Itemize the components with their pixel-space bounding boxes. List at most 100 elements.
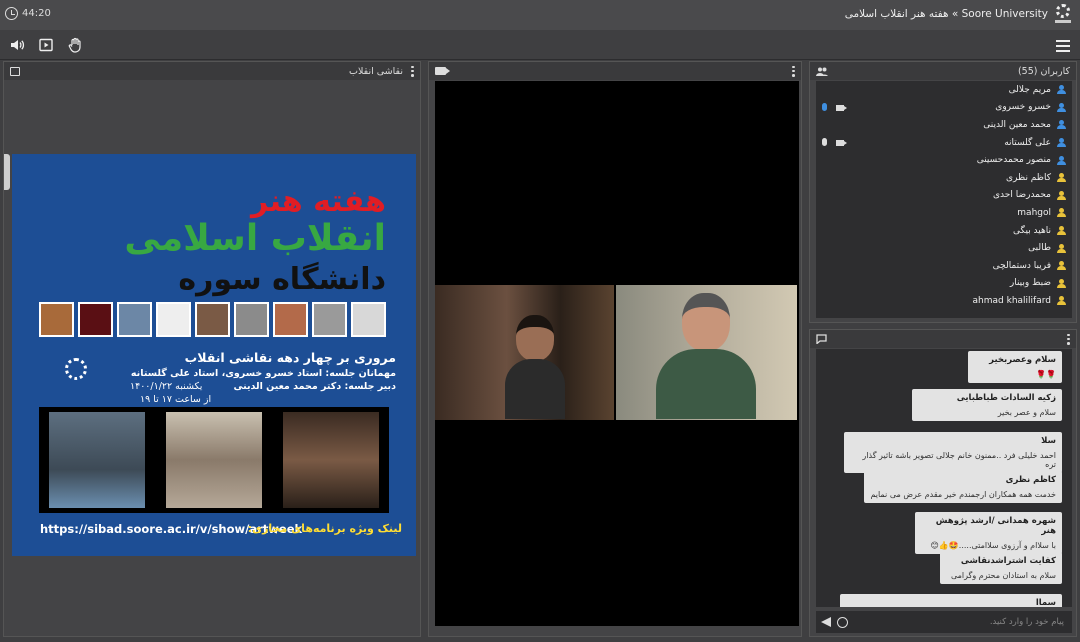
user-name: فریبا دستمالچی bbox=[992, 260, 1051, 271]
chat-input[interactable]: پیام خود را وارد کنید. bbox=[848, 617, 1072, 627]
event-poster: هفته هنر انقلاب اسلامی دانشگاه سوره مرور… bbox=[12, 154, 416, 556]
poster-time: از ساعت ۱۷ تا ۱۹ bbox=[140, 394, 212, 405]
chat-text: سلام به استادان محترم وگرامی bbox=[950, 571, 1056, 580]
users-count: کاربران (55) bbox=[1017, 65, 1070, 77]
user-row[interactable]: خسرو خسروی bbox=[816, 99, 1072, 117]
user-row[interactable]: ahmad khalilifard bbox=[816, 292, 1072, 310]
user-name: منصور محمدحسینی bbox=[976, 155, 1051, 166]
user-name: علی گلستانه bbox=[1004, 137, 1051, 148]
poster-date: یکشنبه ۱۴۰۰/۱/۲۲ bbox=[130, 381, 203, 392]
user-row[interactable]: محمد معین الدینی bbox=[816, 116, 1072, 134]
university-logo bbox=[1054, 4, 1072, 26]
chat-message: کفایت اشتراشدنقاشی سلام به استادان محترم … bbox=[940, 552, 1062, 584]
chat-sender: شهره همدانی /ارشد پژوهش هنر bbox=[935, 516, 1056, 536]
slide-handle[interactable] bbox=[4, 154, 10, 190]
chat-sender: سلام وعصربخیر bbox=[989, 355, 1056, 365]
user-icon bbox=[1057, 261, 1066, 271]
user-row[interactable]: علی گلستانه bbox=[816, 134, 1072, 152]
poster-link-label: لینک ویژه برنامه‌های مجازی: bbox=[247, 522, 402, 535]
poster-photo bbox=[165, 412, 262, 508]
user-name: خسرو خسروی bbox=[995, 102, 1051, 113]
poster-thumbnails bbox=[39, 302, 386, 337]
chat-message: سماا bbox=[840, 594, 1062, 607]
chat-sender: کفایت اشتراشدنقاشی bbox=[960, 556, 1056, 566]
poster-thumbnail bbox=[312, 302, 347, 337]
participant-video bbox=[505, 315, 565, 420]
poster-thumbnail bbox=[195, 302, 230, 337]
chat-message: سلام وعصربخیر 🌹🌹 bbox=[968, 351, 1062, 383]
camera-icon[interactable] bbox=[836, 104, 847, 111]
user-row[interactable]: مریم جلالی bbox=[816, 81, 1072, 99]
video-panel bbox=[428, 61, 802, 637]
chat-panel: سلام وعصربخیر 🌹🌹 زکیه السادات طباطبایی سلام… bbox=[809, 329, 1077, 637]
user-row[interactable]: mahgol bbox=[816, 204, 1072, 222]
poster-photos bbox=[39, 407, 389, 513]
chat-message: زکیه السادات طباطبایی سلام و عصر بخیر bbox=[912, 389, 1062, 421]
poster-photo bbox=[49, 412, 146, 508]
user-icon bbox=[1057, 138, 1066, 148]
user-row[interactable]: طالبی bbox=[816, 239, 1072, 257]
chat-messages[interactable]: سلام وعصربخیر 🌹🌹 زکیه السادات طباطبایی سلام… bbox=[816, 349, 1072, 607]
poster-thumbnail bbox=[273, 302, 308, 337]
user-name: ahmad khalilifard bbox=[972, 295, 1051, 306]
user-row[interactable]: ضبط وبینار bbox=[816, 275, 1072, 293]
poster-thumbnail bbox=[351, 302, 386, 337]
poster-thumbnail bbox=[234, 302, 269, 337]
chat-sender: سلا bbox=[1041, 436, 1056, 446]
poster-thumbnail bbox=[156, 302, 191, 337]
chat-icon bbox=[816, 334, 827, 344]
top-bar: 44:20 Soore University » هفته هنر انقلاب… bbox=[0, 0, 1080, 30]
presentation-panel-header: نقاشی انقلاب bbox=[4, 62, 420, 80]
user-row[interactable]: ناهید بیگی bbox=[816, 222, 1072, 240]
more-options-icon[interactable] bbox=[792, 65, 795, 77]
poster-title-line1: هفته هنر bbox=[251, 184, 386, 219]
chat-input-bar: پیام خود را وارد کنید. bbox=[816, 611, 1072, 633]
more-options-icon[interactable] bbox=[1067, 333, 1070, 345]
user-icon bbox=[1057, 243, 1066, 253]
timer-text: 44:20 bbox=[22, 8, 51, 19]
microphone-icon[interactable] bbox=[822, 102, 827, 111]
user-row[interactable]: فریبا دستمالچی bbox=[816, 257, 1072, 275]
users-panel-header: کاربران (55) bbox=[810, 62, 1076, 80]
play-window-icon[interactable] bbox=[38, 37, 54, 53]
user-icon bbox=[1057, 173, 1066, 183]
microphone-icon[interactable] bbox=[822, 137, 827, 146]
user-name: محمدرضا احدی bbox=[993, 190, 1051, 201]
chat-message: شهره همدانی /ارشد پژوهش هنر با سلاام و آر… bbox=[915, 512, 1062, 554]
clock-icon bbox=[5, 7, 18, 20]
poster-title-line3: دانشگاه سوره bbox=[178, 262, 386, 297]
user-row[interactable]: کاظم نظری bbox=[816, 169, 1072, 187]
user-icon bbox=[1057, 102, 1066, 112]
camera-icon[interactable] bbox=[836, 139, 847, 146]
chat-text: احمد خلیلی فرد ..ممنون خانم جلالی تصویر … bbox=[862, 451, 1056, 469]
session-timer: 44:20 bbox=[5, 7, 51, 20]
poster-headline: مروری بر چهار دهه نقاشی انقلاب bbox=[184, 350, 396, 365]
chat-sender: سماا bbox=[1035, 598, 1056, 607]
user-row[interactable]: منصور محمدحسینی bbox=[816, 151, 1072, 169]
users-icon bbox=[816, 67, 828, 76]
user-name: ضبط وبینار bbox=[1009, 278, 1051, 289]
presentation-panel: نقاشی انقلاب هفته هنر انقلاب اسلامی دانش… bbox=[3, 61, 421, 637]
emoji-icon[interactable] bbox=[837, 616, 848, 628]
speaker-icon[interactable] bbox=[9, 37, 25, 53]
user-row[interactable]: محمدرضا احدی bbox=[816, 187, 1072, 205]
user-icon bbox=[1057, 208, 1066, 218]
poster-host: دبیر جلسه: دکتر محمد معین الدینی bbox=[233, 381, 396, 392]
poster-thumbnail bbox=[39, 302, 74, 337]
user-icon bbox=[1057, 85, 1066, 95]
poster-thumbnail bbox=[117, 302, 152, 337]
chat-text: 🌹🌹 bbox=[1036, 370, 1056, 379]
send-icon[interactable] bbox=[821, 617, 831, 627]
fullscreen-icon[interactable] bbox=[10, 66, 20, 76]
users-list[interactable]: مریم جلالی خسرو خسروی محمد معین الدینی علی … bbox=[816, 81, 1072, 318]
user-icon bbox=[1057, 190, 1066, 200]
menu-icon[interactable] bbox=[1056, 40, 1070, 52]
user-icon bbox=[1057, 278, 1066, 288]
user-icon bbox=[1057, 155, 1066, 165]
video-panel-header bbox=[429, 62, 801, 80]
raise-hand-icon[interactable] bbox=[67, 37, 83, 53]
poster-guests: مهمانان جلسه: استاد خسرو خسروی، استاد عل… bbox=[130, 368, 396, 379]
more-options-icon[interactable] bbox=[411, 65, 414, 77]
user-name: محمد معین الدینی bbox=[983, 119, 1051, 130]
chat-text: سلام و عصر بخیر bbox=[997, 408, 1056, 417]
